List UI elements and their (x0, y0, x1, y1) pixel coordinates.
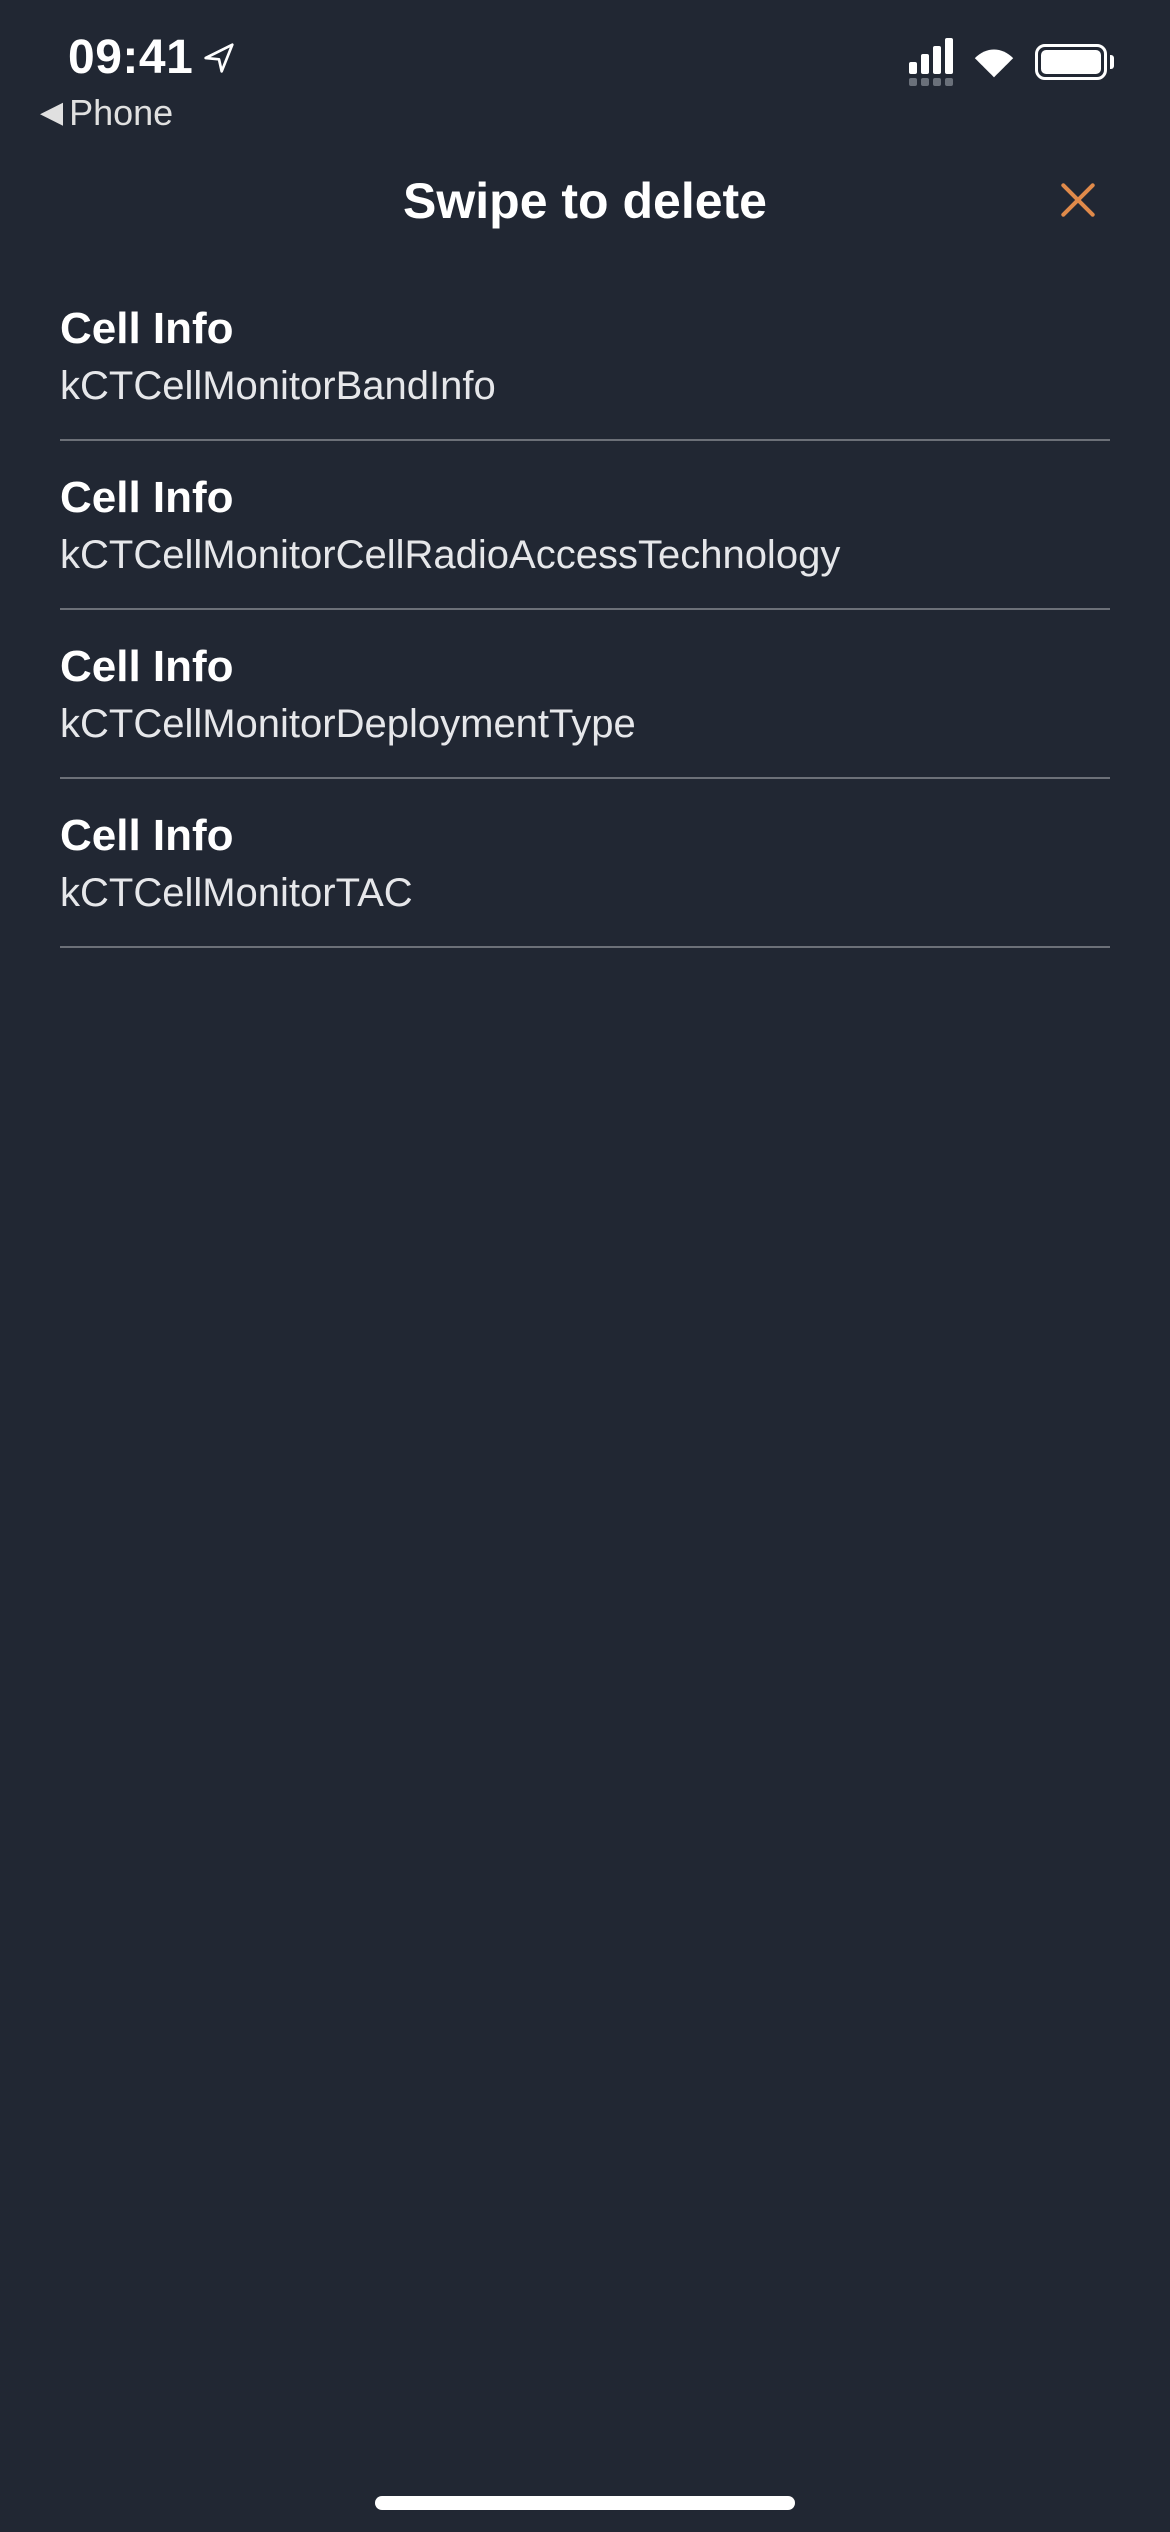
list-item[interactable]: Cell Info kCTCellMonitorBandInfo (60, 272, 1110, 441)
list-item-title: Cell Info (60, 473, 1110, 523)
status-bar: 09:41 (0, 0, 1170, 120)
list-item-subtitle: kCTCellMonitorBandInfo (60, 364, 1110, 409)
list-item-title: Cell Info (60, 304, 1110, 354)
wifi-icon (971, 44, 1017, 80)
list-item-title: Cell Info (60, 811, 1110, 861)
close-button[interactable] (1050, 172, 1106, 228)
list-item-subtitle: kCTCellMonitorCellRadioAccessTechnology (60, 533, 1110, 578)
list-item[interactable]: Cell Info kCTCellMonitorCellRadioAccessT… (60, 441, 1110, 610)
status-indicators (909, 38, 1114, 86)
status-time: 09:41 (68, 30, 193, 85)
swipe-list: Cell Info kCTCellMonitorBandInfo Cell In… (0, 272, 1170, 948)
back-to-app-button[interactable]: ◀ Phone (40, 92, 173, 134)
list-item-title: Cell Info (60, 642, 1110, 692)
battery-icon (1035, 44, 1114, 80)
list-item-subtitle: kCTCellMonitorDeploymentType (60, 702, 1110, 747)
location-icon (203, 42, 235, 74)
list-item[interactable]: Cell Info kCTCellMonitorDeploymentType (60, 610, 1110, 779)
cellular-signal-icon (909, 38, 953, 86)
list-item-subtitle: kCTCellMonitorTAC (60, 871, 1110, 916)
list-item[interactable]: Cell Info kCTCellMonitorTAC (60, 779, 1110, 948)
chevron-left-icon: ◀ (40, 98, 63, 128)
navigation-bar: Swipe to delete (0, 144, 1170, 272)
page-title: Swipe to delete (0, 172, 1170, 230)
back-to-app-label: Phone (69, 92, 173, 134)
home-indicator[interactable] (375, 2496, 795, 2510)
close-icon (1056, 178, 1100, 222)
